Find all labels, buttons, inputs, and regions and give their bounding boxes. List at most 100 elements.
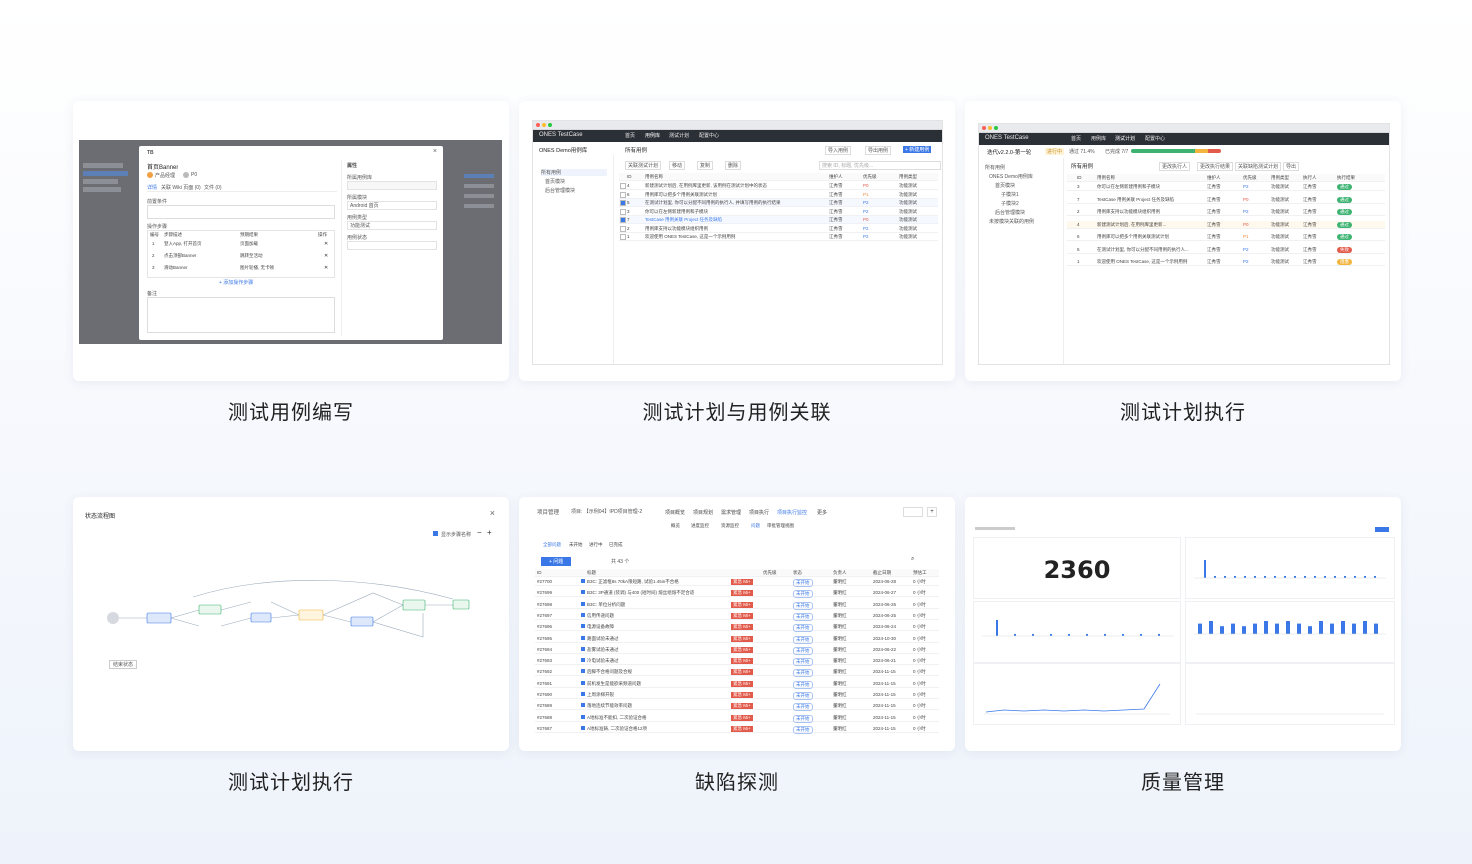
table-row[interactable]: 2 用例库支持以功能模块组织用例 江秀雪 P2 功能测试 江秀雪 通过	[1067, 208, 1385, 216]
prop-status-select[interactable]	[347, 241, 437, 250]
issue-title[interactable]: B3C: 正滤框8s 70kA限短路, 试验1.45in不合格	[587, 579, 727, 585]
table-row[interactable]: #27688 A地标准不能扣, 二次验证合格 紧急 Mi+ 未开始 董明红 2024-11…	[535, 714, 939, 723]
table-row[interactable]: 2 用例库支持以功能模块组织用例 江秀雪 P2 功能测试	[619, 225, 938, 233]
checkbox[interactable]	[620, 191, 626, 198]
prop-module-select[interactable]: Android 首页	[347, 201, 437, 210]
status-badge[interactable]: 未开始	[793, 658, 813, 667]
card-defect-detection[interactable]: 项目管理 项目: 【示例04】IPD项目管理-2 项目概览 项目规划 需求管理 …	[519, 497, 955, 751]
delete-button[interactable]: 删除	[725, 161, 742, 170]
issue-title[interactable]: 上周涂梯开裂	[587, 692, 727, 698]
export-button[interactable]: 导出用例	[865, 146, 892, 155]
table-row[interactable]: 6 用例库可以把多个用例关联测试计划 江秀雪 P1 功能测试 江秀雪 通过	[1067, 233, 1385, 241]
subtab-active[interactable]: 问题	[751, 523, 760, 529]
prop-library-select[interactable]	[347, 181, 437, 190]
issue-title[interactable]: 冷电试验未通过	[587, 658, 727, 664]
tree-item[interactable]: 子模块2	[1001, 200, 1019, 207]
checkbox[interactable]	[620, 225, 626, 232]
table-row[interactable]: #27696 电源设备故障 紧急 Mi+ 未开始 董明红 2024-06-24 0 小时	[535, 623, 939, 633]
status-badge[interactable]: 未开始	[793, 624, 813, 633]
filter-tab[interactable]: 未开始	[569, 542, 583, 548]
table-row[interactable]: 6 用例库可以把多个用例关联测试计划 江秀雪 P1 功能测试	[619, 191, 938, 199]
status-badge[interactable]: 未开始	[793, 680, 813, 689]
result-badge[interactable]: 通过	[1337, 221, 1352, 228]
search-input[interactable]: 搜索 ID, 标题, 优先级...	[819, 161, 941, 170]
table-row[interactable]: #27695 路面试验未通过 紧急 Mi+ 未开始 董明红 2024-10-30 0 小时	[535, 635, 939, 644]
nav-test-plan[interactable]: 测试计划	[669, 132, 689, 139]
table-row[interactable]: #27687 A地标准铸, 二次验证合格12项 紧急 Mi+ 未开始 董明红 2024-1…	[535, 725, 939, 734]
tree-item[interactable]: 首页模块	[995, 182, 1015, 189]
issue-title[interactable]: 前机发生是能欲采频道问题	[587, 681, 727, 687]
add-step-button[interactable]: + 添加操作步骤	[219, 279, 253, 286]
search-icon[interactable]: ⌕	[911, 556, 914, 563]
status-badge[interactable]: 未开始	[793, 714, 813, 723]
tab-more[interactable]: 更多	[817, 509, 827, 516]
nav-home[interactable]: 首页	[625, 132, 635, 139]
row-name[interactable]: 用例库支持以功能模块组织用例	[645, 226, 708, 232]
table-row[interactable]: 5 在测试计划里, 你可以分配不同用例的执行人, 并填写用例的执行结果 江秀雪 P2 功…	[619, 199, 938, 207]
checkbox[interactable]	[620, 183, 626, 189]
close-icon[interactable]: ×	[490, 508, 495, 518]
issue-title[interactable]: B3C: 3P通道 (装调) 与400 (短时间) 熔丝组熔不足合适	[587, 590, 727, 596]
tab-wiki[interactable]: 关联 Wiki 页面 (0)	[161, 184, 201, 191]
checkbox[interactable]	[620, 200, 626, 206]
result-badge[interactable]: 通过	[1337, 196, 1352, 203]
status-badge[interactable]: 未开始	[793, 590, 813, 599]
filter-tab[interactable]: 全部问题	[543, 542, 561, 548]
nav-test-plan[interactable]: 测试计划	[1115, 135, 1135, 142]
step-exp[interactable]: 图片轮播, 无卡顿	[240, 265, 274, 271]
table-row[interactable]: 3 你可以在左侧新建用例和子模块 江秀雪 P2 功能测试 江秀雪 通过	[1067, 183, 1385, 191]
zoom-out-icon[interactable]: −	[477, 528, 482, 537]
table-row[interactable]: #27697 信用传递问题 紧急 Mi+ 未开始 董明红 2024-06-25 0 小时	[535, 612, 939, 621]
link-bug-button[interactable]: 关联缺陷测试计划	[1235, 162, 1282, 171]
step-desc[interactable]: 滑动Banner	[164, 265, 188, 271]
remark-input[interactable]	[147, 297, 335, 333]
issue-title[interactable]: A地标准铸, 二次验证合格12项	[587, 726, 727, 732]
result-badge[interactable]: 通过	[1337, 209, 1352, 215]
result-badge[interactable]: 通过	[1337, 184, 1352, 190]
precondition-input[interactable]	[147, 205, 335, 219]
subtab[interactable]: 概览	[671, 523, 680, 529]
filter-tab[interactable]: 已完成	[609, 542, 623, 548]
status-badge[interactable]: 未开始	[793, 635, 813, 644]
row-name[interactable]: 新建测试计划后, 在用例库里更新, 该用例在测试计划中的状态	[645, 183, 767, 189]
table-row[interactable]: 7 TestCase 用例关联 Project 任务及缺陷 江秀雪 P0 功能测试	[619, 216, 938, 224]
issue-title[interactable]: 盐雾试验未通过	[587, 647, 727, 653]
tab-files[interactable]: 文件 (0)	[204, 184, 222, 191]
nav-case-library[interactable]: 用例库	[1091, 135, 1106, 142]
tree-item[interactable]: 未按模块关联的用例	[989, 218, 1034, 225]
change-executor-button[interactable]: 更改执行人	[1159, 162, 1191, 171]
row-name[interactable]: 在测试计划里, 你可以分配不同用例的执行人...	[1097, 247, 1201, 253]
project-selector[interactable]: 项目: 【示例04】IPD项目管理-2	[571, 508, 642, 515]
breadcrumb[interactable]: 项目管理	[537, 508, 559, 516]
card-plan-execution[interactable]: ONES TestCase 首页 用例库 测试计划 配置中心 迭代v2.2.0-…	[965, 101, 1401, 381]
row-name[interactable]: 你可以在左侧新建用例和子模块	[645, 209, 708, 215]
row-name[interactable]: 用例库支持以功能模块组织用例	[1097, 209, 1201, 215]
table-row[interactable]: #27693 冷电试验未通过 紧急 Mi+ 未开始 董明红 2024-06-21 0 小时	[535, 657, 939, 667]
subtab[interactable]: 审批管理视图	[767, 523, 794, 529]
row-name[interactable]: 新建测试计划后, 在用例库里更新...	[1097, 222, 1201, 228]
tab-overview[interactable]: 项目概览	[665, 509, 685, 516]
change-result-button[interactable]: 更改执行结果	[1197, 162, 1234, 171]
nav-case-library[interactable]: 用例库	[645, 132, 660, 139]
issue-title[interactable]: 电源设备故障	[587, 624, 727, 630]
export-button[interactable]: 导出	[1283, 162, 1300, 171]
step-desc[interactable]: 点击顶部Banner	[164, 253, 197, 259]
table-row[interactable]: #27700 B3C: 正滤框8s 70kA限短路, 试验1.45in不合格 紧急 …	[535, 578, 939, 587]
status-badge[interactable]: 未开始	[793, 579, 813, 587]
card-quality-management[interactable]: 2360	[965, 497, 1401, 751]
new-issue-button[interactable]: + 问题	[541, 557, 572, 566]
add-button[interactable]: +	[927, 507, 937, 517]
tab-planning[interactable]: 项目规划	[693, 509, 713, 516]
row-name[interactable]: 在测试计划里, 你可以分配不同用例的执行人, 并填写用例的执行结果	[645, 200, 781, 206]
import-button[interactable]: 导入用例	[825, 146, 852, 155]
tab-monitoring[interactable]: 项目执行监控	[777, 509, 807, 516]
settings-button[interactable]	[903, 507, 923, 517]
issue-title[interactable]: B3C: 单位分析问题	[587, 602, 727, 608]
status-badge[interactable]: 未开始	[793, 601, 813, 610]
result-badge[interactable]: 阻塞	[1337, 259, 1352, 265]
table-row[interactable]: #27691 前机发生是能欲采频道问题 紧急 Mi+ 未开始 董明红 2024-11-15…	[535, 680, 939, 689]
issue-title[interactable]: 后脚不合格问题及合规	[587, 669, 727, 675]
table-row[interactable]: #27699 B3C: 3P通道 (装调) 与400 (短时间) 熔丝组熔不足合适…	[535, 589, 939, 599]
card-plan-case-association[interactable]: ONES TestCase 首页 用例库 测试计划 配置中心 ONES Demo…	[519, 101, 955, 381]
tree-item-home-module[interactable]: 首页模块	[545, 178, 565, 185]
